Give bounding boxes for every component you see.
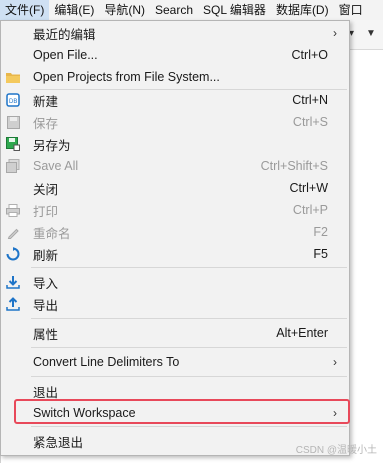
new-file-icon: DB bbox=[5, 92, 21, 108]
menu-item-label: Save All bbox=[33, 159, 79, 173]
menu-item-open-file[interactable]: Open File... Ctrl+O bbox=[1, 44, 349, 66]
submenu-arrow-icon: › bbox=[333, 26, 337, 40]
menu-separator bbox=[31, 347, 347, 348]
menu-sql-editor[interactable]: SQL 编辑器 bbox=[198, 0, 271, 20]
menu-search[interactable]: Search bbox=[150, 0, 198, 20]
menu-separator bbox=[31, 318, 347, 319]
shortcut-label: Ctrl+S bbox=[292, 115, 328, 129]
menu-item-properties[interactable]: 属性 Alt+Enter bbox=[1, 322, 349, 344]
shortcut-label: F5 bbox=[313, 247, 328, 261]
shortcut-label: F2 bbox=[313, 225, 328, 239]
submenu-arrow-icon: › bbox=[333, 355, 337, 369]
export-icon bbox=[5, 296, 21, 312]
rename-icon bbox=[5, 224, 21, 240]
menu-item-new[interactable]: DB 新建 Ctrl+N bbox=[1, 89, 349, 111]
menu-item-label: 关闭 bbox=[33, 182, 59, 197]
switch-workspace-highlight-box bbox=[14, 399, 350, 424]
menu-item-label: 保存 bbox=[33, 116, 59, 131]
refresh-icon bbox=[5, 246, 21, 262]
import-icon bbox=[5, 274, 21, 290]
menu-navigate[interactable]: 导航(N) bbox=[99, 0, 150, 20]
menu-item-label: 另存为 bbox=[33, 138, 71, 153]
menu-bar: 文件(F) 编辑(E) 导航(N) Search SQL 编辑器 数据库(D) … bbox=[0, 0, 383, 20]
shortcut-label: Ctrl+N bbox=[292, 93, 328, 107]
menu-item-import[interactable]: 导入 bbox=[1, 271, 349, 293]
menu-item-close[interactable]: 关闭 Ctrl+W bbox=[1, 177, 349, 199]
svg-text:DB: DB bbox=[9, 99, 17, 105]
menu-item-label: 导入 bbox=[33, 276, 59, 291]
menu-item-convert-line-delimiters[interactable]: Convert Line Delimiters To › bbox=[1, 351, 349, 373]
menu-item-label: 紧急退出 bbox=[33, 435, 84, 450]
shortcut-label: Ctrl+W bbox=[289, 181, 328, 195]
menu-edit[interactable]: 编辑(E) bbox=[49, 0, 99, 20]
save-all-icon bbox=[5, 158, 21, 174]
menu-item-label: 重命名 bbox=[33, 226, 71, 241]
menu-item-label: 最近的编辑 bbox=[33, 27, 96, 42]
menu-item-save-all[interactable]: Save All Ctrl+Shift+S bbox=[1, 155, 349, 177]
menu-window[interactable]: 窗口 bbox=[334, 0, 368, 20]
menu-item-label: 刷新 bbox=[33, 248, 59, 263]
menu-item-label: 退出 bbox=[33, 385, 59, 400]
menu-item-label: 新建 bbox=[33, 94, 59, 109]
shortcut-label: Alt+Enter bbox=[276, 326, 328, 340]
shortcut-label: Ctrl+P bbox=[292, 203, 328, 217]
menu-item-open-projects[interactable]: Open Projects from File System... bbox=[1, 66, 349, 88]
print-icon bbox=[5, 202, 21, 218]
menu-item-label: Convert Line Delimiters To bbox=[33, 355, 180, 369]
file-menu-dropdown: 最近的编辑 › Open File... Ctrl+O Open Project… bbox=[0, 20, 350, 456]
menu-item-export[interactable]: 导出 bbox=[1, 293, 349, 315]
save-as-icon bbox=[5, 136, 21, 152]
menu-item-label: Open Projects from File System... bbox=[33, 70, 220, 84]
menu-item-recent-edits[interactable]: 最近的编辑 › bbox=[1, 22, 349, 44]
shortcut-label: Ctrl+O bbox=[291, 48, 328, 62]
menu-item-label: 属性 bbox=[33, 327, 59, 342]
menu-database[interactable]: 数据库(D) bbox=[271, 0, 334, 20]
menu-item-save-as[interactable]: 另存为 bbox=[1, 133, 349, 155]
menu-item-label: 打印 bbox=[33, 204, 59, 219]
chevron-down-icon[interactable]: ▼ bbox=[366, 28, 376, 39]
menu-separator bbox=[31, 267, 347, 268]
menu-item-rename[interactable]: 重命名 F2 bbox=[1, 221, 349, 243]
watermark: CSDN @温暖小土 bbox=[295, 445, 377, 456]
menu-separator bbox=[31, 426, 347, 427]
menu-item-refresh[interactable]: 刷新 F5 bbox=[1, 243, 349, 265]
menu-item-save[interactable]: 保存 Ctrl+S bbox=[1, 111, 349, 133]
shortcut-label: Ctrl+Shift+S bbox=[260, 159, 328, 173]
menu-item-print[interactable]: 打印 Ctrl+P bbox=[1, 199, 349, 221]
menu-item-label: Open File... bbox=[33, 48, 98, 62]
menu-separator bbox=[31, 376, 347, 377]
menu-item-label: 导出 bbox=[33, 298, 59, 313]
folder-icon bbox=[5, 69, 21, 85]
save-icon bbox=[5, 114, 21, 130]
menu-file[interactable]: 文件(F) bbox=[0, 0, 50, 20]
